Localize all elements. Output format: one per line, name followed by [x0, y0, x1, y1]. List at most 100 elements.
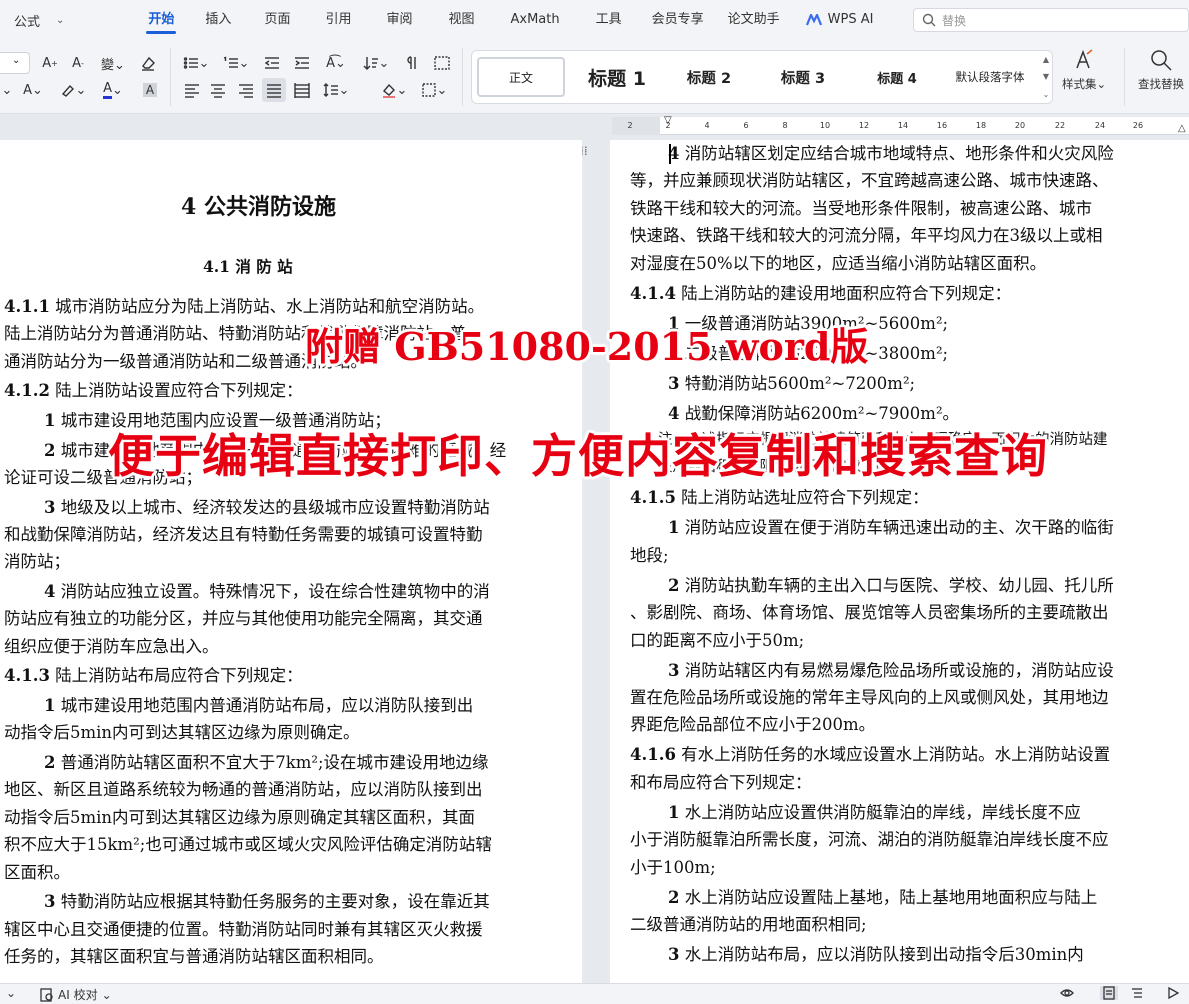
body-line: 动指令后5min内可到达其辖区边缘为原则确定其辖区面积，其面	[4, 804, 475, 831]
line-text: 对湿度在50%以下的地区，应适当缩小消防站辖区面积。	[630, 253, 1047, 273]
tab-member[interactable]: 会员专享	[640, 0, 716, 40]
body-line: 二级普通消防站的用地面积相同;	[630, 911, 867, 938]
text-effect-icon[interactable]: A⌄	[18, 80, 48, 100]
chevron-down-icon: ⌄	[56, 14, 65, 26]
tab-wps-ai[interactable]: WPS AI	[792, 0, 888, 40]
body-line: 小于100m;	[630, 854, 716, 881]
bullet-list-icon[interactable]: ⌄	[182, 53, 210, 73]
outline-view-button[interactable]	[1130, 986, 1144, 1000]
increase-indent-icon[interactable]	[292, 53, 312, 73]
style-heading-3[interactable]: 标题 3	[764, 57, 842, 97]
body-line: 对湿度在50%以下的地区，应适当缩小消防站辖区面积。	[630, 250, 1046, 277]
tab-page[interactable]: 页面	[246, 0, 308, 40]
outline-view-icon	[1132, 988, 1142, 998]
ruler-tick: 2	[627, 121, 633, 130]
line-text: 城市消防站应分为陆上消防站、水上消防站和航空消防站。	[49, 297, 485, 316]
file-menu-label: 公式	[14, 14, 41, 30]
ruler-tick: 16	[936, 121, 948, 130]
line-text: 等，并应兼顾现状消防站辖区，不宜跨越高速公路、城市快速路、	[630, 171, 1109, 191]
decrease-font-icon[interactable]: A-	[68, 53, 88, 73]
text-direction-icon[interactable]: A͡⌄	[322, 53, 350, 73]
style-set-button[interactable]: 样式集⌄	[1062, 48, 1106, 92]
font-color-icon[interactable]: A ⌄	[98, 80, 128, 100]
ai-check-button[interactable]: AI 校对 ⌄	[40, 986, 112, 1003]
search-box[interactable]: 替换	[913, 8, 1189, 32]
body-line: 1 城市建设用地范围内普通消防站布局，应以消防队接到出	[44, 692, 473, 719]
highlight-icon[interactable]: ⌄	[58, 80, 88, 100]
body-line: 快速路、铁路干线和较大的河流分隔，年平均风力在3级以上或相	[630, 222, 1103, 249]
right-indent-marker-icon[interactable]: △	[1178, 123, 1186, 134]
document-page-right[interactable]: 4 消防站辖区划定应结合城市地域特点、地形条件和火灾风险 等，并应兼顾现状消防站辖…	[610, 140, 1189, 983]
document-page-left[interactable]: 4 公共消防设施 4.1 消 防 站 4.1.1 城市消防站应分为陆上消防站、水…	[0, 140, 582, 983]
body-line: 铁路干线和较大的河流。当受地形条件限制，被高速公路、城市	[630, 195, 1092, 222]
style-heading-1[interactable]: 标题 1	[572, 57, 662, 97]
tab-tools[interactable]: 工具	[578, 0, 640, 40]
tab-review[interactable]: 审阅	[368, 0, 430, 40]
line-text: 消防站；	[4, 552, 70, 572]
page-view-button[interactable]	[1100, 986, 1118, 1000]
ai-check-label: AI 校对	[58, 988, 98, 1002]
expand-icon[interactable]: ⌄	[1043, 90, 1050, 99]
line-text: 和布局应符合下列规定：	[630, 772, 812, 792]
body-line: 3 水上消防站布局，应以消防队接到出动指令后30min内	[668, 941, 1084, 968]
eye-protection-button[interactable]	[1060, 986, 1074, 1000]
search-placeholder: 替换	[942, 13, 967, 28]
style-gallery-scroll[interactable]: ▲ ▼ ⌄	[1040, 51, 1052, 103]
shading-icon[interactable]: ⌄	[380, 80, 408, 100]
character-shading-icon[interactable]: A	[140, 80, 160, 100]
chevron-down-icon[interactable]: ⌄	[2, 80, 13, 100]
sort-icon[interactable]: ⌄	[362, 53, 390, 73]
numbered-list-icon[interactable]: ⌄	[222, 53, 250, 73]
style-heading-2[interactable]: 标题 2	[670, 57, 748, 97]
tab-thesis-assistant[interactable]: 论文助手	[716, 0, 792, 40]
page-status[interactable]: ⌄	[6, 986, 16, 1000]
clause-number: 4.1.3	[4, 666, 50, 686]
increase-font-icon[interactable]: A +	[40, 53, 60, 73]
horizontal-ruler[interactable]: 2 2 4 6 8 10 12 14 16 18 20 22 24 26 ▽ △	[612, 115, 1189, 135]
toolbar-divider	[1124, 48, 1125, 106]
style-heading-4[interactable]: 标题 4	[860, 57, 934, 97]
line-text: 区面积。	[4, 862, 70, 882]
line-text: 任务的，其辖区面积宜与普通消防站辖区面积相同。	[4, 947, 384, 966]
file-menu[interactable]: 公式 ⌄	[0, 11, 74, 30]
line-text: 二级普通消防站的用地面积相同;	[630, 915, 867, 934]
distribute-icon[interactable]	[292, 80, 312, 100]
clear-format-icon[interactable]	[138, 53, 158, 73]
tab-axmath[interactable]: AxMath	[493, 0, 578, 40]
chevron-down-icon[interactable]: ▼	[1043, 72, 1049, 81]
style-normal[interactable]: 正文	[477, 57, 565, 97]
line-text: 快速路、铁路干线和较大的河流分隔，年平均风力在3级以上或相	[630, 226, 1103, 246]
show-marks-icon[interactable]	[402, 53, 422, 73]
clause-number: 4.1.6	[630, 745, 676, 765]
ruler-tick: 10	[819, 121, 831, 130]
line-text: 、影剧院、商场、体育场馆、展览馆等人员密集场所的主要疏散出	[630, 603, 1109, 623]
promo-overlay-line2: 便于编辑直接打印、方便内容复制和搜索查询	[108, 429, 1048, 483]
line-spacing-icon[interactable]: ⌄	[322, 80, 350, 100]
align-left-icon[interactable]	[182, 80, 202, 100]
justify-icon[interactable]	[262, 78, 286, 102]
tab-home[interactable]: 开始	[132, 0, 190, 40]
font-size-dropdown[interactable]: ⌄	[0, 52, 30, 74]
section-title: 4.1 消 防 站	[203, 257, 293, 276]
line-text: 水上消防站应设置陆上基地，陆上基地用地面积应与陆上	[679, 887, 1098, 907]
decrease-indent-icon[interactable]	[262, 53, 282, 73]
style-default-paragraph-font[interactable]: 默认段落字体	[944, 57, 1036, 97]
indent-marker-icon[interactable]: ▽	[664, 115, 672, 126]
border-icon[interactable]: ⌄	[420, 80, 448, 100]
body-line: 积不应大于15km²;也可通过城市或区域火灾风险评估确定消防站辖	[4, 831, 492, 858]
play-button[interactable]	[1166, 986, 1180, 1000]
body-line: 置在危险品场所或设施的常年主导风向的上风或侧风处，其用地边	[630, 684, 1109, 711]
phonetic-guide-icon[interactable]: 變⌄	[98, 53, 128, 73]
tab-reference[interactable]: 引用	[308, 0, 368, 40]
tab-insert[interactable]: 插入	[190, 0, 246, 40]
body-line: 4.1.6 有水上消防任务的水域应设置水上消防站。水上消防站设置	[630, 741, 1110, 768]
play-icon	[1168, 986, 1180, 1000]
find-replace-button[interactable]: 查找替换	[1138, 48, 1184, 92]
chevron-up-icon[interactable]: ▲	[1043, 55, 1049, 64]
table-grid-icon[interactable]	[432, 53, 452, 73]
line-text: 消防站辖区内有易燃易爆危险品场所或设施的，消防站应设	[679, 660, 1114, 680]
align-center-icon[interactable]	[208, 80, 228, 100]
style-set-icon	[1076, 49, 1093, 69]
tab-view[interactable]: 视图	[430, 0, 492, 40]
align-right-icon[interactable]	[236, 80, 256, 100]
